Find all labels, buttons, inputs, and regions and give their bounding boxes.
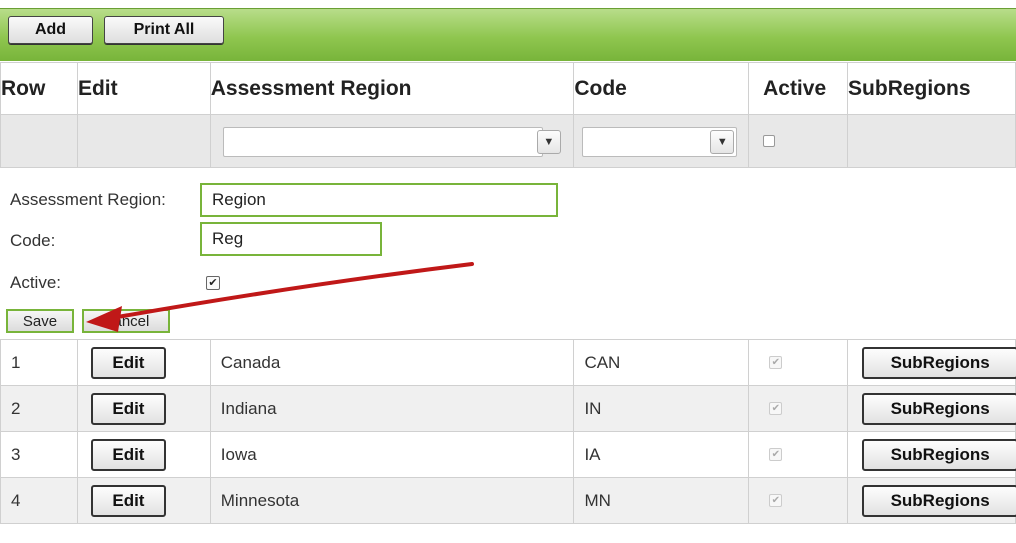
region-cell: Canada (209, 339, 575, 386)
filter-cell-region: ▼ (209, 114, 575, 168)
checkmark-icon: ✔ (208, 277, 218, 289)
active-filter-checkbox[interactable] (763, 135, 776, 147)
region-filter-input[interactable] (222, 127, 543, 157)
table-row: 1 Edit Canada CAN ✔ SubRegions (0, 339, 1016, 386)
column-header-code[interactable]: Code (573, 62, 750, 115)
edit-button[interactable]: Edit (90, 393, 166, 425)
row-number: 4 (0, 477, 78, 524)
code-cell: MN (573, 477, 750, 524)
subregions-button[interactable]: SubRegions (862, 439, 1016, 471)
data-table: 1 Edit Canada CAN ✔ SubRegions 2 Edit In… (0, 339, 1016, 524)
cancel-button[interactable]: Cancel (82, 309, 170, 333)
subregions-cell: SubRegions (847, 339, 1016, 386)
column-header-edit[interactable]: Edit (76, 62, 211, 115)
code-filter-button[interactable]: ▼ (710, 130, 735, 154)
column-header-subregions[interactable]: SubRegions (847, 62, 1016, 115)
filter-cell-subregions (847, 114, 1016, 168)
funnel-icon: ▼ (543, 136, 555, 148)
active-checkbox: ✔ (769, 356, 783, 369)
active-cell: ✔ (748, 431, 849, 478)
add-button[interactable]: Add (8, 16, 93, 44)
code-cell: IA (573, 431, 750, 478)
edit-cell: Edit (76, 431, 211, 478)
column-header-active[interactable]: Active (748, 62, 849, 115)
region-field-input[interactable] (200, 183, 558, 217)
active-checkbox: ✔ (769, 494, 783, 507)
active-cell: ✔ (748, 385, 849, 432)
filter-cell-row (0, 114, 78, 168)
row-number: 3 (0, 431, 78, 478)
funnel-icon: ▼ (716, 136, 728, 148)
code-cell: CAN (573, 339, 750, 386)
active-field-label: Active: (10, 273, 62, 292)
edit-button[interactable]: Edit (90, 347, 166, 379)
column-header-assessment-region[interactable]: Assessment Region (209, 62, 575, 115)
table-row: 4 Edit Minnesota MN ✔ SubRegions (0, 477, 1016, 524)
edit-button[interactable]: Edit (90, 485, 166, 517)
edit-button[interactable]: Edit (90, 439, 166, 471)
code-cell: IN (573, 385, 750, 432)
code-field-input[interactable] (200, 222, 382, 256)
subregions-cell: SubRegions (847, 477, 1016, 524)
edit-cell: Edit (76, 477, 211, 524)
region-field-label: Assessment Region: (10, 190, 166, 209)
header-row: Row Edit Assessment Region Code Active S… (0, 62, 1016, 115)
column-header-row[interactable]: Row (0, 62, 78, 115)
region-filter-button[interactable]: ▼ (536, 130, 561, 154)
filter-cell-active (748, 114, 849, 168)
region-cell: Indiana (209, 385, 575, 432)
edit-cell: Edit (76, 385, 211, 432)
subregions-button[interactable]: SubRegions (862, 485, 1016, 517)
table-row: 3 Edit Iowa IA ✔ SubRegions (0, 431, 1016, 478)
subregions-cell: SubRegions (847, 385, 1016, 432)
row-number: 1 (0, 339, 78, 386)
edit-cell: Edit (76, 339, 211, 386)
save-button[interactable]: Save (6, 309, 74, 333)
code-field-label: Code: (10, 231, 56, 250)
active-checkbox: ✔ (769, 402, 783, 415)
active-checkbox: ✔ (769, 448, 783, 461)
filter-cell-code: ▼ (573, 114, 750, 168)
active-cell: ✔ (748, 339, 849, 386)
region-cell: Iowa (209, 431, 575, 478)
filter-cell-edit (76, 114, 211, 168)
row-number: 2 (0, 385, 78, 432)
print-all-button[interactable]: Print All (104, 16, 224, 44)
active-cell: ✔ (748, 477, 849, 524)
filter-row: ▼ ▼ (0, 114, 1016, 168)
subregions-cell: SubRegions (847, 431, 1016, 478)
grid-toolbar: Add Print All (0, 8, 1016, 61)
active-field-checkbox[interactable]: ✔ (206, 276, 220, 290)
table-row: 2 Edit Indiana IN ✔ SubRegions (0, 385, 1016, 432)
subregions-button[interactable]: SubRegions (862, 347, 1016, 379)
subregions-button[interactable]: SubRegions (862, 393, 1016, 425)
grid-header-table: Row Edit Assessment Region Code Active S… (0, 62, 1016, 168)
region-cell: Minnesota (209, 477, 575, 524)
